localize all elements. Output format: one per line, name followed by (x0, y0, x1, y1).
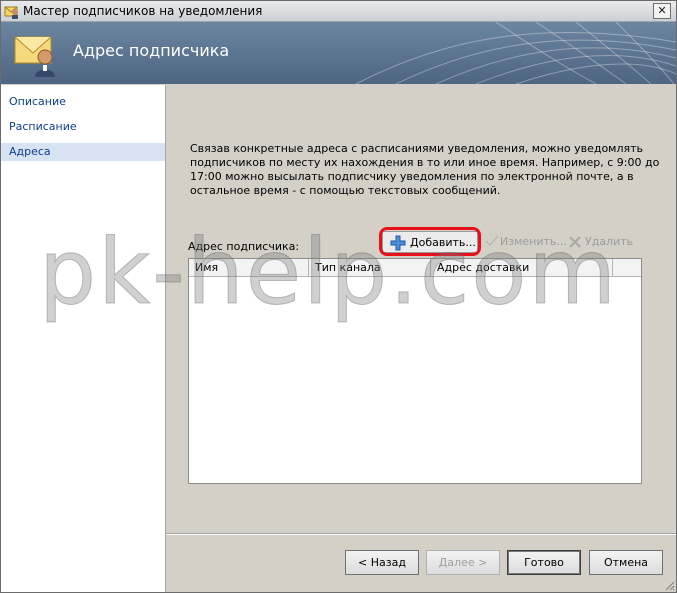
wizard-window: Мастер подписчиков на уведомления ✕ Адре… (0, 0, 677, 593)
wizard-header: Адрес подписчика (1, 22, 676, 84)
column-header-name[interactable]: Имя (189, 259, 309, 276)
nav-item-description[interactable]: Описание (1, 93, 165, 111)
envelope-user-icon (14, 36, 55, 77)
nav-item-schedule[interactable]: Расписание (1, 118, 165, 136)
page-title: Адрес подписчика (73, 41, 230, 60)
resize-grip-icon[interactable] (663, 579, 675, 591)
title-bar[interactable]: Мастер подписчиков на уведомления ✕ (1, 1, 676, 22)
edit-button-label: Изменить... (500, 235, 567, 248)
header-decoration (355, 22, 676, 84)
subscriber-address-label: Адрес подписчика: (188, 240, 300, 253)
list-header: Имя Тип канала Адрес доставки (189, 259, 641, 277)
cancel-button[interactable]: Отмена (589, 550, 663, 575)
column-header-channel-type[interactable]: Тип канала (309, 259, 431, 276)
delete-button-label: Удалить (585, 235, 634, 248)
back-button[interactable]: < Назад (345, 550, 419, 575)
wizard-navigation: Описание Расписание Адреса (1, 85, 166, 592)
finish-button[interactable]: Готово (507, 550, 581, 575)
nav-item-addresses[interactable]: Адреса (1, 143, 165, 161)
delete-icon (569, 236, 581, 248)
checkmark-icon (485, 235, 499, 247)
subscriber-address-list[interactable]: Имя Тип канала Адрес доставки (188, 258, 642, 484)
close-icon: ✕ (657, 4, 667, 17)
footer-divider (166, 533, 676, 535)
next-button[interactable]: Далее > (426, 550, 500, 575)
column-header-delivery-address[interactable]: Адрес доставки (431, 259, 613, 276)
window-title: Мастер подписчиков на уведомления (23, 4, 263, 18)
page-description: Связав конкретные адреса с расписаниями … (190, 142, 660, 197)
subscriber-wizard-icon (4, 6, 18, 19)
close-button[interactable]: ✕ (653, 3, 671, 19)
highlight-frame (379, 227, 481, 256)
